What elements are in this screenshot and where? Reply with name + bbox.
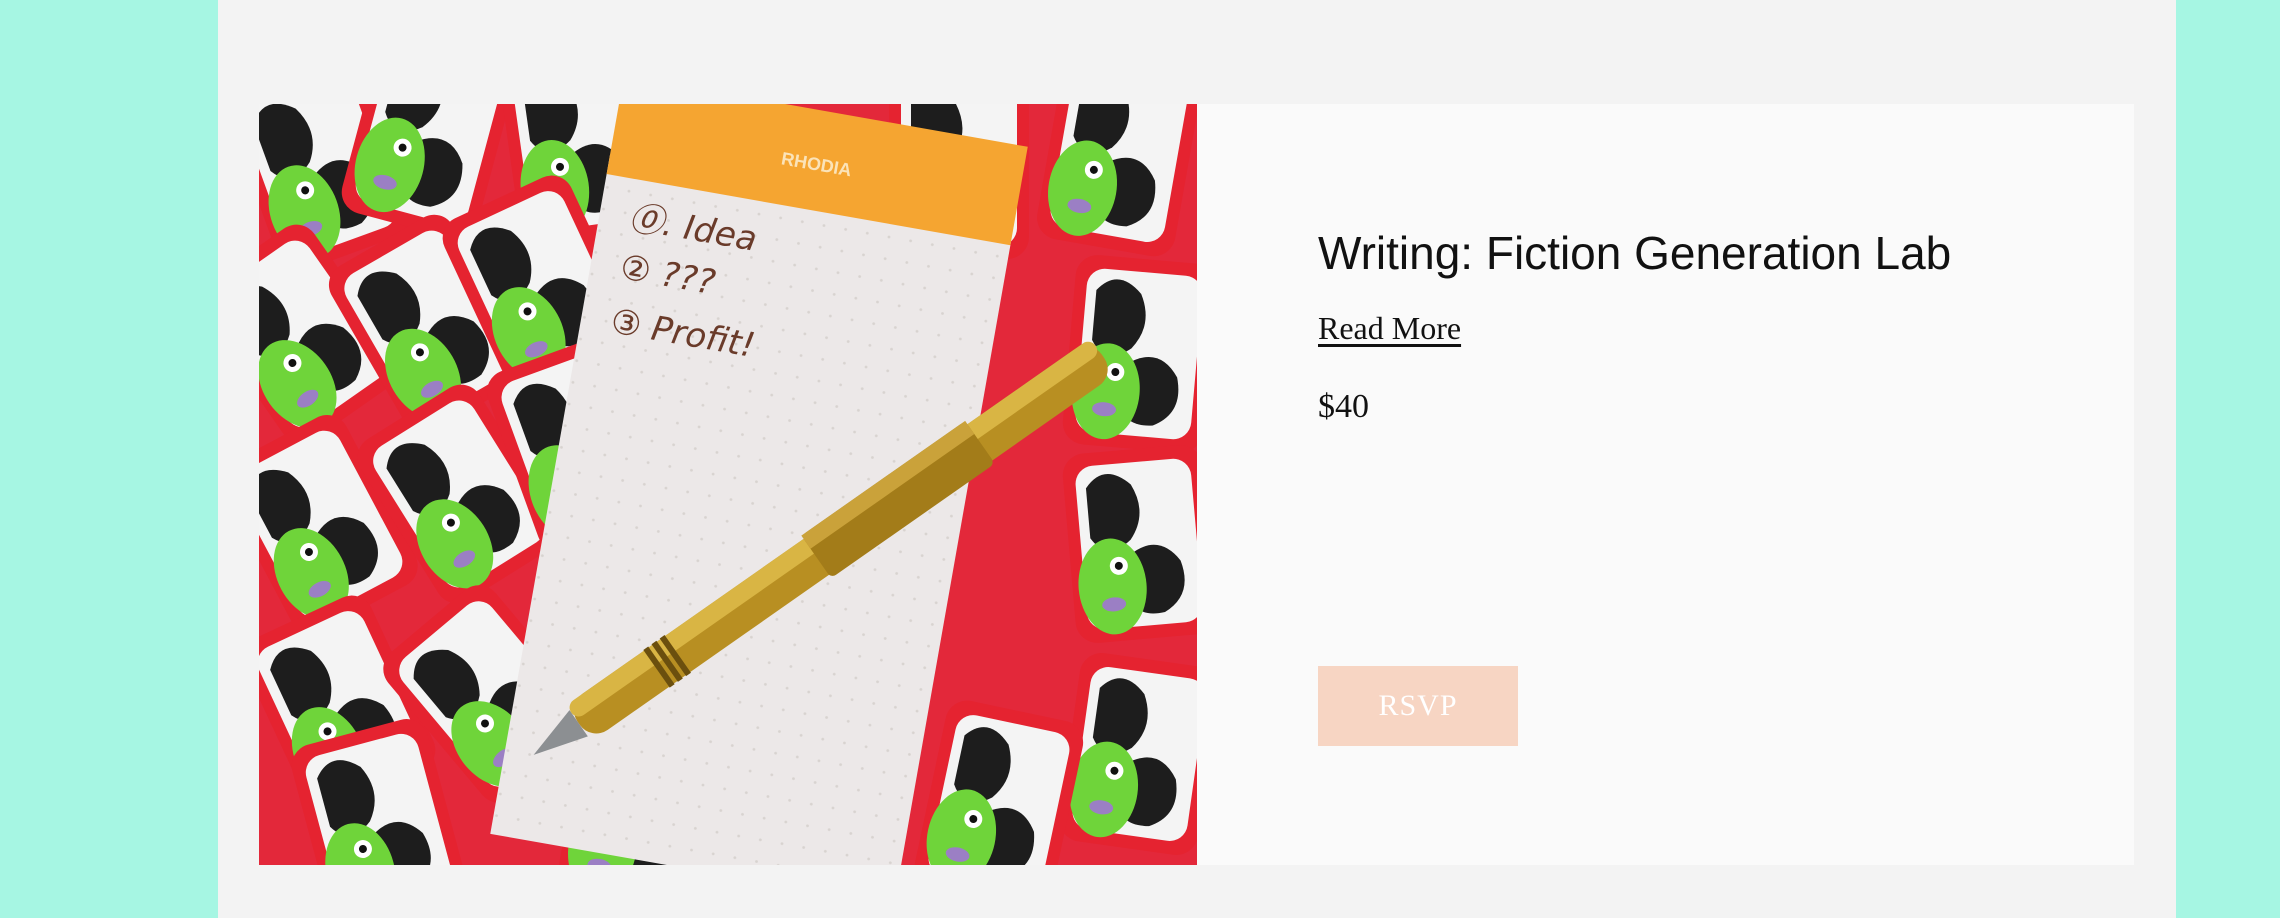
rsvp-button[interactable]: RSVP xyxy=(1318,666,1518,746)
notepad-pen-stickers-photo: RHODIA ⓪. Idea ② ??? ③ Profit! xyxy=(259,104,1197,865)
read-more-link[interactable]: Read More xyxy=(1318,310,1461,347)
event-title: Writing: Fiction Generation Lab xyxy=(1318,227,1952,279)
event-price: $40 xyxy=(1318,388,1369,425)
event-image[interactable]: RHODIA ⓪. Idea ② ??? ③ Profit! xyxy=(259,104,1197,865)
page-container: RHODIA ⓪. Idea ② ??? ③ Profit! Writing: … xyxy=(218,0,2176,918)
event-card: RHODIA ⓪. Idea ② ??? ③ Profit! Writing: … xyxy=(259,104,2134,865)
event-details: Writing: Fiction Generation Lab Read Mor… xyxy=(1318,104,2134,865)
